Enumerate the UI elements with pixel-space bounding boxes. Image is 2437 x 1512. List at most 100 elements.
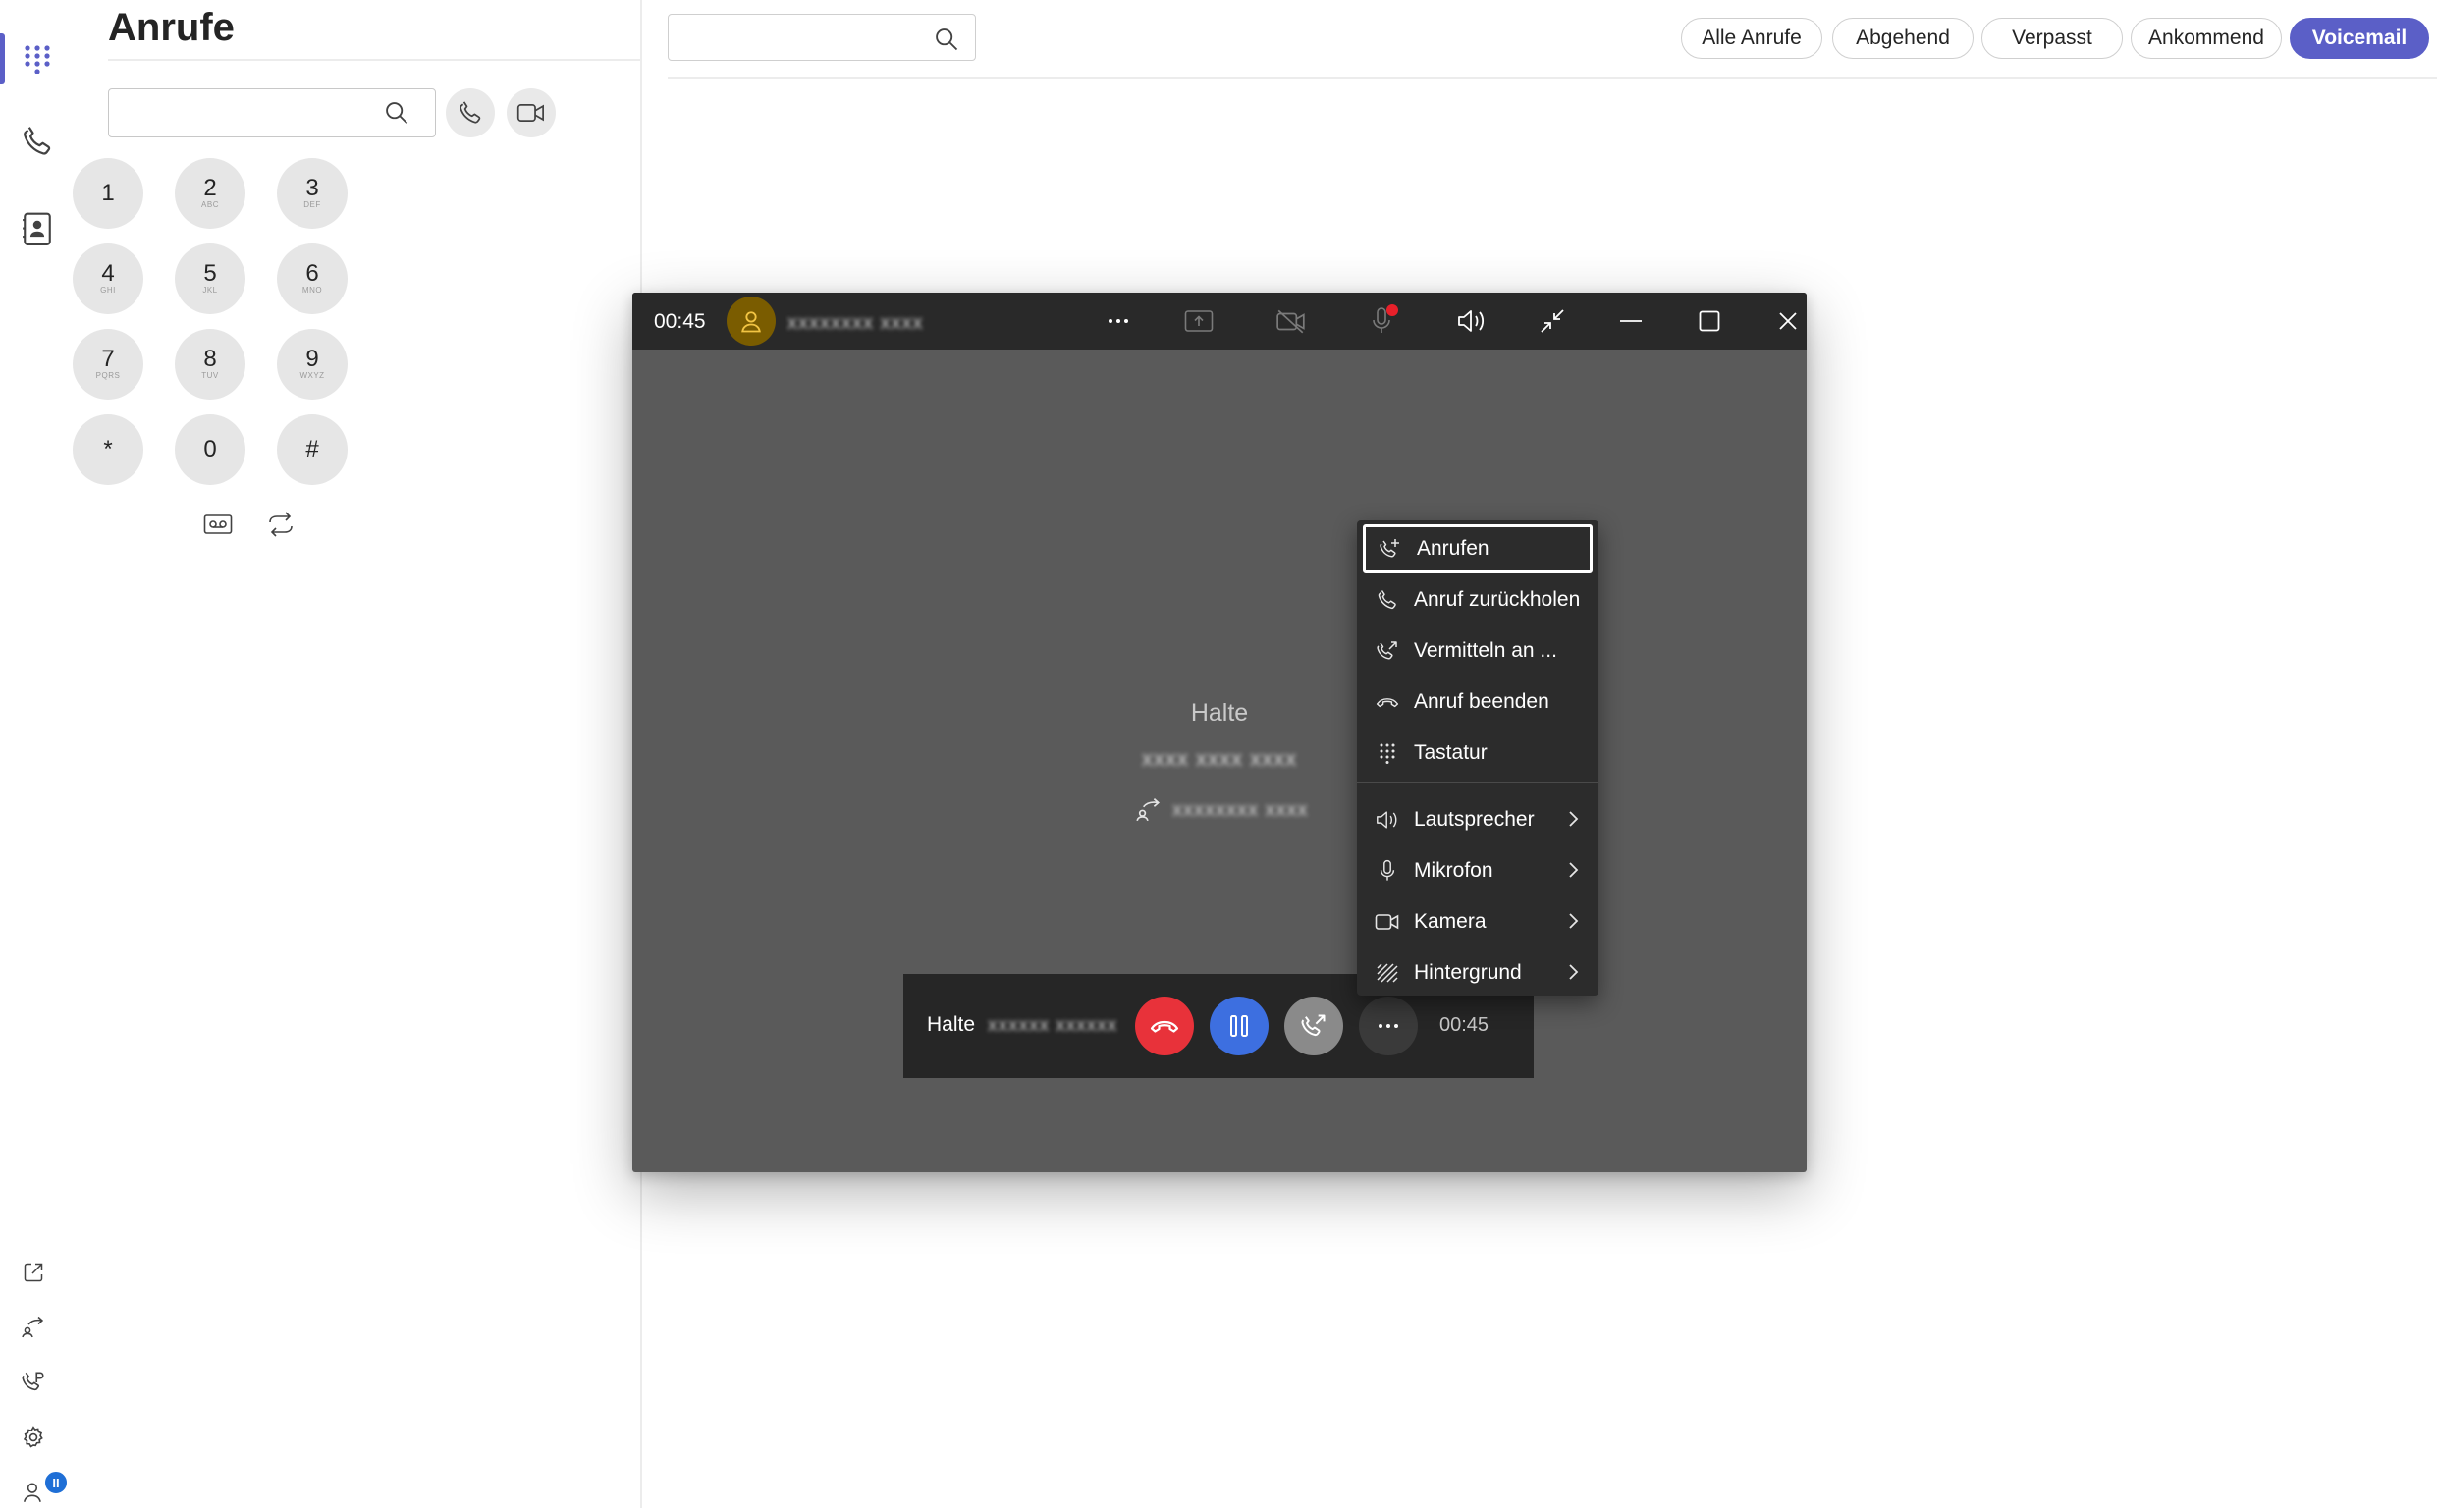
menu-item-retrieve-call[interactable]: Anruf zurückholen [1363,575,1593,624]
minimize-view-button[interactable] [1530,298,1575,344]
audio-call-button[interactable] [446,88,495,137]
speaker-icon [1456,307,1488,335]
dialpad-icon [1373,742,1402,764]
chevron-right-icon [1567,912,1579,930]
call-window-titlebar[interactable]: 00:45 xxxxxxxx xxxx [632,293,1807,350]
window-maximize-button[interactable] [1687,298,1732,344]
dial-key-letters: WXYZ [299,371,325,380]
call-options-menu: Anrufen Anruf zurückholen Vermitteln an … [1357,520,1598,996]
phone-icon [20,124,55,159]
search-icon[interactable] [933,26,960,53]
menu-item-keypad[interactable]: Tastatur [1363,729,1593,778]
hang-up-icon [1150,1019,1179,1033]
held-caller-name: xxxx xxxx xxxx [1141,746,1298,771]
dial-key-hash[interactable]: # [277,414,348,485]
presence-badge: II [43,1470,69,1495]
more-horizontal-icon [1378,1023,1399,1029]
transfer-button[interactable] [1284,997,1343,1055]
video-camera-icon [516,101,546,125]
menu-item-transfer[interactable]: Vermitteln an ... [1363,626,1593,675]
rail-call-park[interactable] [14,1363,53,1402]
call-more-options-button[interactable] [1359,997,1418,1055]
dial-key-digit: 2 [203,175,217,201]
call-timer: 00:45 [654,310,706,333]
window-close-button[interactable] [1765,298,1807,344]
camera-off-icon [1275,308,1307,334]
share-screen-button[interactable] [1176,298,1221,344]
rail-open-external[interactable] [14,1253,53,1292]
call-park-icon [21,1370,46,1395]
filter-incoming[interactable]: Ankommend [2131,18,2282,59]
search-icon[interactable] [383,99,410,127]
hang-up-icon [1373,695,1402,709]
dial-key-letters: ABC [201,200,219,209]
dial-key-digit: 4 [101,260,115,287]
rail-calls[interactable] [12,116,63,167]
dialer-panel: Anrufe 1 2 ABC 3 DEF 4 GHI 5 JKL 6 MNO 7 PQRS 8 TUV 9 WX… [73,0,642,1508]
video-call-button[interactable] [507,88,556,137]
dial-key-letters: DEF [303,200,321,209]
end-call-button[interactable] [1135,997,1194,1055]
dial-key-9[interactable]: 9 WXYZ [277,329,348,400]
menu-divider [1357,782,1598,783]
speaker-button[interactable] [1449,298,1494,344]
menu-item-label: Tastatur [1414,741,1488,764]
calls-search-input[interactable] [668,14,976,61]
hold-resume-button[interactable] [1210,997,1269,1055]
phone-transfer-icon [1300,1012,1327,1040]
collapse-icon [1540,308,1565,334]
dial-key-digit: 7 [101,346,115,372]
dial-key-digit: 0 [203,436,217,462]
filter-outgoing[interactable]: Abgehend [1832,18,1974,59]
microphone-button[interactable] [1359,298,1404,344]
mic-status-dot [1386,304,1398,316]
more-options-button[interactable] [1096,298,1141,344]
menu-item-camera[interactable]: Kamera [1363,897,1593,946]
filter-divider [668,77,2437,79]
share-screen-icon [1184,309,1214,333]
menu-item-microphone[interactable]: Mikrofon [1363,846,1593,895]
dial-key-5[interactable]: 5 JKL [175,243,245,314]
transfer-swap-button[interactable] [259,503,302,546]
dial-key-2[interactable]: 2 ABC [175,158,245,229]
dial-key-star[interactable]: * [73,414,143,485]
filter-missed[interactable]: Verpasst [1981,18,2123,59]
dial-key-4[interactable]: 4 GHI [73,243,143,314]
rail-contacts[interactable] [12,204,63,255]
voicemail-button[interactable] [196,503,240,546]
filter-all-calls[interactable]: Alle Anrufe [1681,18,1822,59]
dial-key-digit: 1 [101,180,115,206]
chevron-right-icon [1567,861,1579,879]
chevron-right-icon [1567,810,1579,828]
control-bar-timer: 00:45 [1439,1014,1489,1036]
menu-item-label: Lautsprecher [1414,808,1535,831]
dial-key-letters: GHI [100,286,116,295]
dial-key-letters: MNO [301,286,323,295]
dial-key-8[interactable]: 8 TUV [175,329,245,400]
menu-item-label: Mikrofon [1414,859,1493,882]
menu-item-call[interactable]: Anrufen [1363,524,1593,573]
dial-key-letters: JKL [202,286,218,295]
camera-off-button[interactable] [1269,298,1314,344]
camera-icon [1373,912,1402,932]
phone-add-icon [1376,537,1405,561]
menu-item-speaker[interactable]: Lautsprecher [1363,795,1593,844]
rail-settings[interactable] [14,1418,53,1457]
dial-key-6[interactable]: 6 MNO [277,243,348,314]
dial-key-3[interactable]: 3 DEF [277,158,348,229]
menu-item-label: Anruf beenden [1414,690,1549,713]
filter-voicemail[interactable]: Voicemail [2290,18,2429,59]
menu-item-end-call[interactable]: Anruf beenden [1363,677,1593,727]
menu-item-background[interactable]: Hintergrund [1363,948,1593,998]
forward-person-icon [1135,797,1163,823]
voicemail-icon [203,513,233,535]
app-rail: II [0,0,75,1508]
microphone-icon [1373,859,1402,883]
rail-dialpad[interactable] [12,33,63,84]
rail-call-forwarding[interactable] [14,1308,53,1347]
dial-key-7[interactable]: 7 PQRS [73,329,143,400]
dial-key-1[interactable]: 1 [73,158,143,229]
window-minimize-button[interactable] [1608,298,1653,344]
dial-key-digit: 5 [203,260,217,287]
dial-key-0[interactable]: 0 [175,414,245,485]
